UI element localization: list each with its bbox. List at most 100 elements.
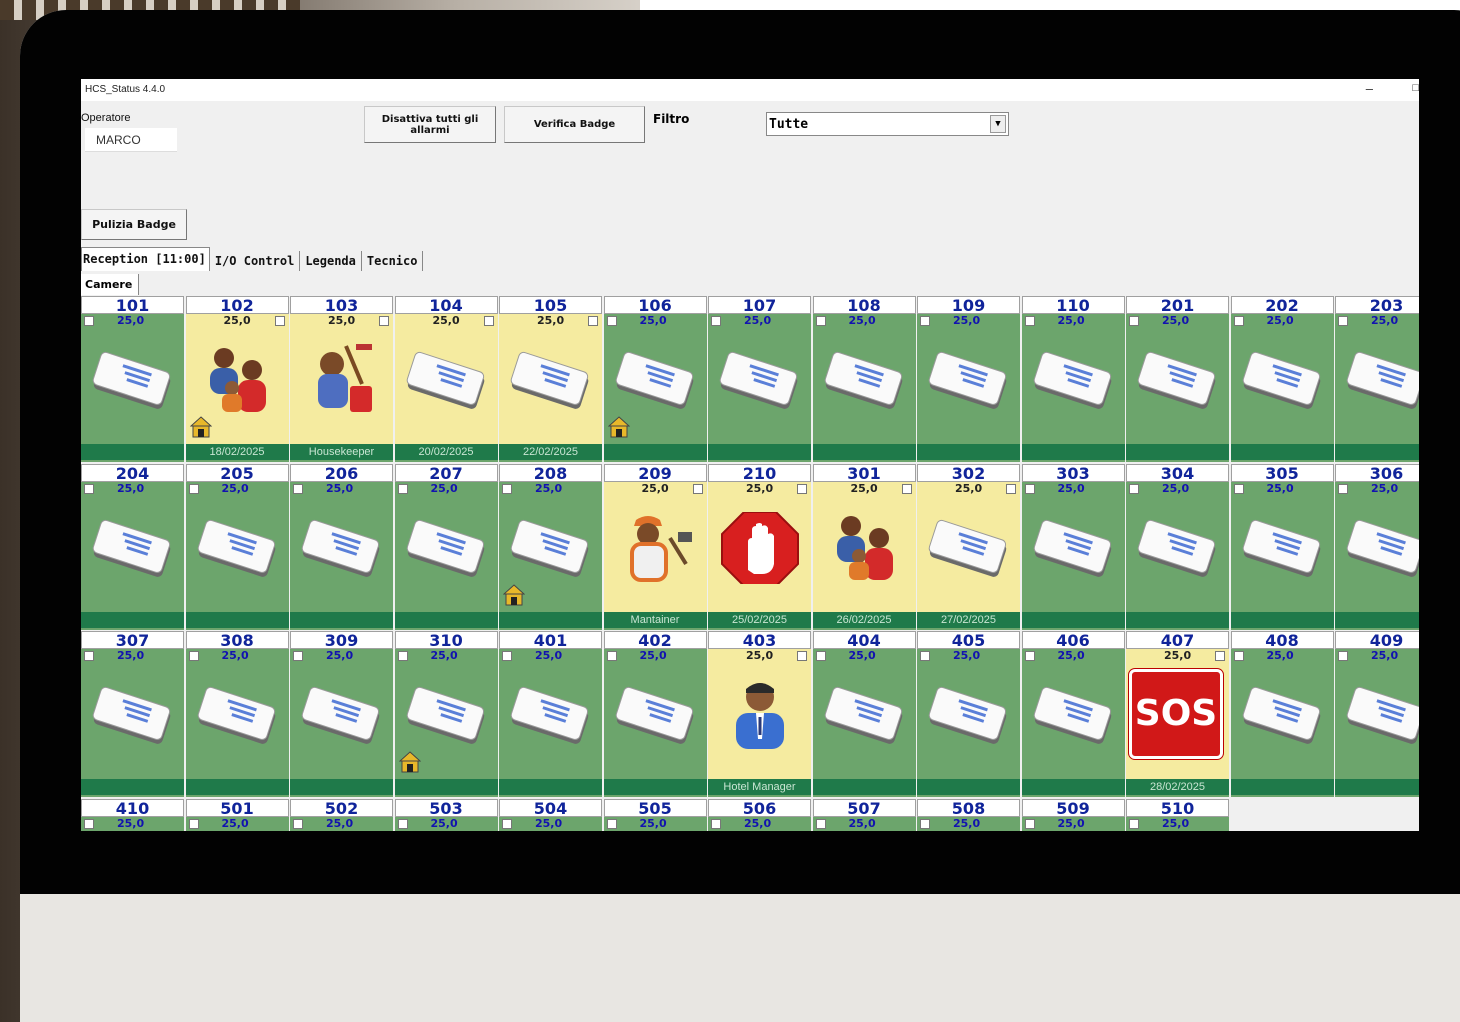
- room-tile[interactable]: 306 25,0: [1335, 463, 1419, 630]
- room-checkbox[interactable]: [1233, 483, 1244, 494]
- room-tile[interactable]: 103 25,0 Housekeeper: [290, 296, 393, 462]
- room-tile[interactable]: 210 25,0 25/02/2025: [708, 463, 811, 630]
- room-checkbox[interactable]: [797, 483, 807, 494]
- room-checkbox[interactable]: [711, 818, 721, 829]
- room-tile[interactable]: 408 25,0: [1230, 631, 1334, 797]
- room-checkbox[interactable]: [502, 818, 512, 829]
- tab-legenda[interactable]: Legenda: [300, 251, 362, 271]
- room-tile[interactable]: 504 25,0: [499, 798, 602, 831]
- tab-reception[interactable]: Reception [11:00]: [81, 247, 210, 271]
- room-tile[interactable]: 106 25,0: [603, 296, 707, 462]
- clean-badge-button[interactable]: Pulizia Badge: [81, 209, 187, 240]
- room-checkbox[interactable]: [1024, 818, 1035, 829]
- room-tile[interactable]: 305 25,0: [1230, 463, 1334, 630]
- room-checkbox[interactable]: [920, 316, 930, 326]
- room-checkbox[interactable]: [1024, 483, 1035, 494]
- room-checkbox[interactable]: [293, 483, 303, 494]
- filter-select[interactable]: Tutte ▼: [766, 112, 1009, 136]
- room-tile[interactable]: 301 25,0 26/02/2025: [812, 463, 916, 630]
- maximize-button[interactable]: □: [1412, 82, 1419, 94]
- room-checkbox[interactable]: [920, 818, 930, 829]
- room-checkbox[interactable]: [1233, 316, 1244, 326]
- tab-io-control[interactable]: I/O Control: [210, 251, 301, 271]
- room-checkbox[interactable]: [1024, 651, 1035, 661]
- room-checkbox[interactable]: [293, 651, 303, 661]
- minimize-button[interactable]: –: [1366, 81, 1373, 96]
- room-tile[interactable]: 205 25,0: [185, 463, 289, 630]
- tab-tecnico[interactable]: Tecnico: [362, 251, 424, 271]
- room-tile[interactable]: 401 25,0: [499, 631, 602, 797]
- room-checkbox[interactable]: [797, 651, 807, 661]
- room-tile[interactable]: 203 25,0: [1335, 296, 1419, 462]
- room-checkbox[interactable]: [815, 651, 826, 661]
- tab-camere[interactable]: Camere: [81, 274, 140, 295]
- operator-field[interactable]: MARCO: [85, 128, 177, 152]
- room-checkbox[interactable]: [379, 316, 389, 326]
- room-checkbox[interactable]: [1338, 316, 1348, 326]
- room-tile[interactable]: 405 25,0: [917, 631, 1020, 797]
- room-tile[interactable]: 406 25,0: [1021, 631, 1125, 797]
- room-checkbox[interactable]: [84, 651, 94, 661]
- room-tile[interactable]: 407 25,0 SOS 28/02/2025: [1126, 631, 1229, 797]
- room-checkbox[interactable]: [397, 483, 408, 494]
- sos-icon[interactable]: SOS: [1129, 669, 1223, 759]
- room-tile[interactable]: 508 25,0: [917, 798, 1020, 831]
- room-tile[interactable]: 302 25,0 27/02/2025: [917, 463, 1020, 630]
- room-checkbox[interactable]: [1233, 651, 1244, 661]
- room-tile[interactable]: 502 25,0: [290, 798, 393, 831]
- room-checkbox[interactable]: [1338, 483, 1348, 494]
- room-checkbox[interactable]: [815, 316, 826, 326]
- room-tile[interactable]: 202 25,0: [1230, 296, 1334, 462]
- room-checkbox[interactable]: [711, 316, 721, 326]
- room-checkbox[interactable]: [502, 483, 512, 494]
- room-tile[interactable]: 501 25,0: [185, 798, 289, 831]
- room-tile[interactable]: 506 25,0: [708, 798, 811, 831]
- room-checkbox[interactable]: [397, 651, 408, 661]
- room-tile[interactable]: 206 25,0: [290, 463, 393, 630]
- room-tile[interactable]: 303 25,0: [1021, 463, 1125, 630]
- room-tile[interactable]: 503 25,0: [394, 798, 498, 831]
- room-tile[interactable]: 109 25,0: [917, 296, 1020, 462]
- room-checkbox[interactable]: [1006, 483, 1016, 494]
- room-tile[interactable]: 102 25,0 18/02/2025: [185, 296, 289, 462]
- room-tile[interactable]: 201 25,0: [1126, 296, 1229, 462]
- room-checkbox[interactable]: [1129, 818, 1139, 829]
- room-tile[interactable]: 105 25,0 22/02/2025: [499, 296, 602, 462]
- room-checkbox[interactable]: [1024, 316, 1035, 326]
- room-tile[interactable]: 409 25,0: [1335, 631, 1419, 797]
- room-tile[interactable]: 107 25,0: [708, 296, 811, 462]
- room-checkbox[interactable]: [188, 483, 199, 494]
- room-tile[interactable]: 404 25,0: [812, 631, 916, 797]
- room-checkbox[interactable]: [84, 316, 94, 326]
- room-tile[interactable]: 507 25,0: [812, 798, 916, 831]
- room-checkbox[interactable]: [483, 316, 494, 326]
- room-tile[interactable]: 110 25,0: [1021, 296, 1125, 462]
- verify-badge-button[interactable]: Verifica Badge: [504, 106, 645, 143]
- room-checkbox[interactable]: [901, 483, 912, 494]
- room-tile[interactable]: 207 25,0: [394, 463, 498, 630]
- room-tile[interactable]: 309 25,0: [290, 631, 393, 797]
- room-checkbox[interactable]: [1129, 316, 1139, 326]
- room-checkbox[interactable]: [188, 818, 199, 829]
- room-checkbox[interactable]: [84, 483, 94, 494]
- room-tile[interactable]: 308 25,0: [185, 631, 289, 797]
- room-checkbox[interactable]: [188, 651, 199, 661]
- room-checkbox[interactable]: [606, 316, 617, 326]
- room-checkbox[interactable]: [502, 651, 512, 661]
- room-tile[interactable]: 510 25,0: [1126, 798, 1229, 831]
- room-tile[interactable]: 108 25,0: [812, 296, 916, 462]
- room-checkbox[interactable]: [692, 483, 703, 494]
- room-tile[interactable]: 208 25,0: [499, 463, 602, 630]
- room-tile[interactable]: 402 25,0: [603, 631, 707, 797]
- room-checkbox[interactable]: [1215, 651, 1225, 661]
- room-tile[interactable]: 304 25,0: [1126, 463, 1229, 630]
- room-tile[interactable]: 307 25,0: [81, 631, 184, 797]
- room-checkbox[interactable]: [920, 651, 930, 661]
- room-tile[interactable]: 204 25,0: [81, 463, 184, 630]
- chevron-down-icon[interactable]: ▼: [990, 115, 1006, 133]
- room-tile[interactable]: 209 25,0 Mantainer: [603, 463, 707, 630]
- room-checkbox[interactable]: [588, 316, 598, 326]
- room-tile[interactable]: 509 25,0: [1021, 798, 1125, 831]
- room-checkbox[interactable]: [397, 818, 408, 829]
- room-checkbox[interactable]: [606, 651, 617, 661]
